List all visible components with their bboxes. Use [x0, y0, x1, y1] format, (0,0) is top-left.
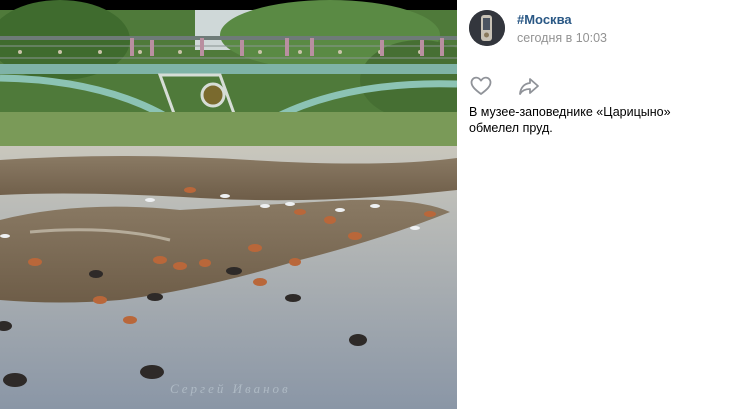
post-timestamp[interactable]: сегодня в 10:03: [517, 31, 607, 45]
share-arrow-icon: [519, 78, 539, 95]
heart-icon: [470, 76, 492, 95]
like-button[interactable]: [469, 74, 493, 98]
post-author-link[interactable]: #Москва: [517, 12, 572, 27]
post-photo[interactable]: Сергей Иванов: [0, 0, 457, 409]
avatar-image: [469, 10, 505, 46]
author-avatar[interactable]: [469, 10, 505, 46]
photo-watermark: Сергей Иванов: [170, 381, 291, 396]
post-sidebar: #Москва сегодня в 10:03 В музее-заповедн…: [457, 0, 730, 409]
post-caption: В музее-заповеднике «Царицыно» обмелел п…: [469, 105, 671, 135]
share-button[interactable]: [517, 74, 541, 98]
pond-photo: Сергей Иванов: [0, 0, 457, 409]
